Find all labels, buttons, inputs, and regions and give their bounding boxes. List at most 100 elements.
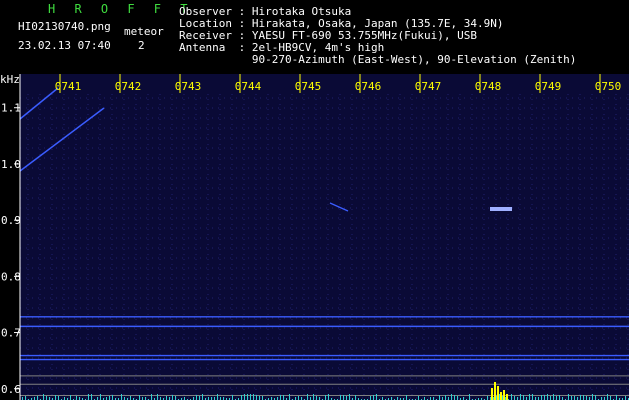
time-tick-label: 0742 [115, 80, 142, 93]
time-tick-label: 0750 [595, 80, 622, 93]
audio-level-bar [55, 395, 56, 400]
audio-level-bar [568, 394, 569, 400]
audio-level-bar [313, 394, 314, 400]
audio-level-bar [196, 395, 197, 400]
meteor-label: meteor [124, 25, 164, 38]
audio-level-bar [244, 394, 245, 400]
audio-level-bar [37, 396, 38, 400]
audio-level-bar [376, 394, 377, 400]
audio-level-bar [46, 396, 47, 400]
audio-peak-bar [500, 392, 502, 400]
audio-level-bar [553, 394, 554, 400]
audio-level-bar [199, 396, 200, 400]
audio-level-bar [595, 395, 596, 400]
audio-level-bar [256, 395, 257, 400]
audio-level-bar [586, 396, 587, 400]
audio-level-bar [232, 395, 233, 400]
audio-level-bar [439, 395, 440, 400]
audio-level-bar [328, 394, 329, 400]
audio-level-bar [616, 395, 617, 400]
audio-level-bar [247, 394, 248, 400]
audio-level-bar [202, 394, 203, 400]
time-tick-label: 0747 [415, 80, 442, 93]
audio-level-bar [457, 396, 458, 400]
antenna-line-2: 90-270-Azimuth (East-West), 90-Elevation… [179, 53, 577, 66]
audio-level-bar [451, 394, 452, 400]
time-tick-label: 0748 [475, 80, 502, 93]
audio-peak-bar [506, 394, 508, 400]
audio-level-bar [130, 396, 131, 400]
freq-tick-label: 1.0 [1, 158, 21, 171]
freq-unit-label: kHz [0, 73, 20, 86]
audio-level-bar [559, 395, 560, 400]
audio-level-bar [289, 394, 290, 400]
timestamp-label: 23.02.13 07:40 [18, 39, 111, 52]
audio-level-bar [172, 395, 173, 400]
audio-level-bar [100, 394, 101, 400]
audio-peak-bar [503, 390, 505, 400]
audio-level-bar [550, 396, 551, 400]
time-tick-label: 0749 [535, 80, 562, 93]
audio-level-bar [511, 394, 512, 400]
audio-level-bar [571, 396, 572, 400]
audio-level-bar [502, 396, 503, 400]
audio-level-bar [469, 394, 470, 400]
audio-level-bar [370, 396, 371, 400]
audio-level-bar [355, 395, 356, 400]
time-tick-label: 0743 [175, 80, 202, 93]
audio-level-bar [346, 396, 347, 400]
audio-level-bar [580, 395, 581, 400]
audio-level-bar [556, 396, 557, 400]
audio-level-bar [283, 395, 284, 400]
audio-level-bar [325, 395, 326, 400]
audio-level-bar [583, 395, 584, 400]
audio-level-bar [112, 395, 113, 400]
audio-level-bar [298, 396, 299, 400]
meteor-count: 2 [138, 39, 145, 52]
audio-level-bar [250, 394, 251, 400]
audio-level-bar [262, 396, 263, 400]
freq-tick-label: 0.6 [1, 383, 21, 396]
audio-level-bar [532, 394, 533, 400]
audio-level-bar [547, 394, 548, 400]
freq-tick-label: 1.1 [1, 102, 21, 115]
audio-level-bar [241, 395, 242, 400]
audio-level-bar [610, 396, 611, 400]
audio-level-bar [307, 394, 308, 400]
audio-level-bar [541, 395, 542, 400]
audio-level-bar [43, 394, 44, 400]
freq-tick-label: 0.9 [1, 214, 21, 227]
audio-level-bar [166, 396, 167, 400]
audio-level-bar [607, 394, 608, 400]
audio-level-bar [151, 394, 152, 400]
audio-level-bar [175, 396, 176, 400]
audio-level-bar [523, 395, 524, 400]
audio-level-bar [280, 395, 281, 400]
audio-level-bar [529, 394, 530, 400]
audio-level-bar [592, 394, 593, 400]
audio-level-bar [625, 396, 626, 400]
audio-level-bar [520, 394, 521, 400]
time-tick-label: 0746 [355, 80, 382, 93]
time-tick-label: 0745 [295, 80, 322, 93]
audio-level-bar [76, 396, 77, 400]
audio-level-bar [316, 396, 317, 400]
meteor-echo [490, 207, 512, 211]
audio-level-bar [217, 394, 218, 400]
audio-peak-bar [491, 388, 493, 400]
filename-label: HI02130740.png [18, 20, 111, 33]
audio-level-bar [373, 395, 374, 400]
freq-tick-label: 0.7 [1, 327, 21, 340]
audio-level-bar [418, 396, 419, 400]
audio-level-bar [574, 396, 575, 400]
time-tick-label: 0744 [235, 80, 262, 93]
audio-peak-bar [494, 382, 496, 400]
audio-level-bar [499, 394, 500, 400]
audio-level-bar [58, 396, 59, 400]
audio-level-bar [157, 394, 158, 400]
audio-level-bar [139, 395, 140, 400]
freq-tick-label: 0.8 [1, 270, 21, 283]
audio-peak-bar [497, 386, 499, 400]
audio-level-bar [253, 394, 254, 400]
audio-level-bar [445, 395, 446, 400]
